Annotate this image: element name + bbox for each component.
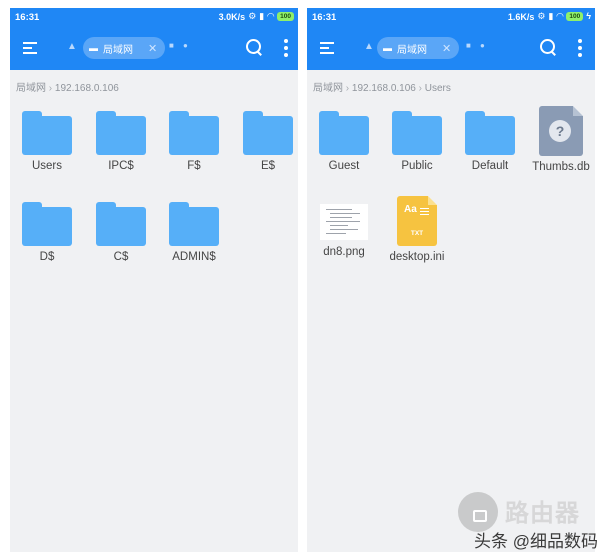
left-screen: 16:31 3.0K/s ⚙ ▮ ◠ 100 ▲ ▬ 局域网 ✕ ■ ● 局域网…: [10, 8, 298, 552]
folder-item[interactable]: E$: [233, 111, 298, 172]
menu-icon[interactable]: [23, 40, 37, 56]
alarm-icon: ⚙: [248, 11, 257, 21]
cloud-icon[interactable]: ●: [480, 41, 485, 50]
item-label: Thumbs.db: [532, 161, 590, 173]
chat-icon[interactable]: ■: [466, 41, 471, 50]
item-label: Guest: [328, 160, 360, 172]
item-label: Users: [31, 160, 63, 172]
status-bar: 16:31 1.6K/s ⚙ ▮ ◠ 100 ϟ: [307, 8, 595, 28]
status-time: 16:31: [312, 12, 337, 23]
tab-label: 局域网: [397, 44, 427, 56]
file-item[interactable]: dn8.png: [309, 196, 379, 258]
folder-icon: [169, 202, 219, 246]
network-speed: 3.0K/s: [218, 11, 246, 22]
item-label: E$: [260, 160, 276, 172]
watermark-logo-icon: [458, 492, 498, 532]
folder-item[interactable]: C$: [86, 202, 156, 263]
item-label: dn8.png: [323, 246, 365, 258]
alarm-icon: ⚙: [537, 11, 546, 21]
wifi-icon: ◠: [267, 11, 275, 21]
more-icon[interactable]: [578, 39, 582, 57]
watermark-brand: 路由器: [505, 500, 580, 527]
charging-icon: ϟ: [586, 11, 591, 21]
watermark-source: 头条 @细品数码: [474, 532, 598, 551]
lan-icon: ▬: [383, 43, 392, 53]
chat-icon[interactable]: ■: [169, 41, 174, 50]
signal-icon: ▮: [548, 11, 554, 21]
folder-icon: [319, 111, 369, 155]
folder-item[interactable]: Public: [382, 111, 452, 172]
breadcrumb-users[interactable]: Users: [425, 83, 451, 94]
signal-icon: ▮: [259, 11, 265, 21]
tab-lan[interactable]: ▬ 局域网 ✕: [377, 37, 460, 59]
breadcrumb-host[interactable]: 192.168.0.106: [55, 83, 119, 94]
right-screen: 16:31 1.6K/s ⚙ ▮ ◠ 100 ϟ ▲ ▬ 局域网 ✕ ■ ● 局…: [307, 8, 595, 552]
text-file-caption: TXT: [410, 230, 424, 237]
tab-label: 局域网: [103, 44, 133, 56]
item-label: C$: [113, 251, 129, 263]
file-item[interactable]: Aa TXT desktop.ini: [382, 196, 452, 263]
image-thumbnail: [320, 204, 368, 240]
folder-item[interactable]: Guest: [309, 111, 379, 172]
item-label: ADMIN$: [172, 251, 216, 263]
breadcrumb: 局域网 › 192.168.0.106 › Users: [313, 83, 451, 94]
folder-item[interactable]: IPC$: [86, 111, 156, 172]
folder-icon: [96, 202, 146, 246]
folder-item[interactable]: D$: [12, 202, 82, 263]
breadcrumb-lan[interactable]: 局域网: [313, 83, 343, 94]
folder-icon: [465, 111, 515, 155]
battery-icon: 100: [566, 12, 584, 21]
lan-icon: ▬: [89, 43, 98, 53]
item-label: F$: [187, 160, 201, 172]
toolbar: ▲ ▬ 局域网 ✕ ■ ●: [307, 28, 595, 68]
toolbar: ▲ ▬ 局域网 ✕ ■ ●: [10, 28, 298, 68]
folder-icon: [169, 111, 219, 155]
text-file-icon: Aa TXT: [397, 196, 437, 246]
file-item[interactable]: ? Thumbs.db: [526, 106, 595, 173]
status-time: 16:31: [15, 12, 40, 23]
folder-item[interactable]: Users: [12, 111, 82, 172]
folder-icon: [392, 111, 442, 155]
battery-icon: 100: [277, 12, 294, 21]
close-icon[interactable]: ✕: [442, 42, 451, 55]
search-icon[interactable]: [245, 38, 263, 56]
status-bar: 16:31 3.0K/s ⚙ ▮ ◠ 100: [10, 8, 298, 28]
item-label: desktop.ini: [389, 251, 445, 263]
tab-lan[interactable]: ▬ 局域网 ✕: [83, 37, 166, 59]
app-header: 16:31 3.0K/s ⚙ ▮ ◠ 100 ▲ ▬ 局域网 ✕ ■ ●: [10, 8, 298, 70]
more-icon[interactable]: [284, 39, 288, 57]
folder-icon: [22, 111, 72, 155]
folder-icon: [96, 111, 146, 155]
breadcrumb-host[interactable]: 192.168.0.106: [352, 83, 416, 94]
folder-item[interactable]: Default: [455, 111, 525, 172]
close-icon[interactable]: ✕: [148, 42, 157, 55]
folder-item[interactable]: F$: [159, 111, 229, 172]
home-icon[interactable]: ▲: [364, 41, 374, 52]
item-label: Default: [471, 160, 509, 172]
item-label: Public: [401, 160, 433, 172]
unknown-file-icon: ?: [539, 106, 583, 156]
question-mark-glyph: ?: [549, 120, 571, 142]
item-label: IPC$: [108, 160, 134, 172]
item-label: D$: [39, 251, 55, 263]
wifi-icon: ◠: [556, 11, 564, 21]
network-speed: 1.6K/s: [507, 11, 535, 22]
search-icon[interactable]: [539, 38, 557, 56]
breadcrumb-lan[interactable]: 局域网: [16, 83, 46, 94]
text-file-glyph: Aa: [404, 204, 417, 215]
menu-icon[interactable]: [320, 40, 334, 56]
home-icon[interactable]: ▲: [67, 41, 77, 52]
folder-icon: [243, 111, 293, 155]
breadcrumb: 局域网 › 192.168.0.106: [16, 83, 119, 94]
cloud-icon[interactable]: ●: [183, 41, 188, 50]
folder-icon: [22, 202, 72, 246]
folder-item[interactable]: ADMIN$: [159, 202, 229, 263]
app-header: 16:31 1.6K/s ⚙ ▮ ◠ 100 ϟ ▲ ▬ 局域网 ✕ ■ ●: [307, 8, 595, 70]
